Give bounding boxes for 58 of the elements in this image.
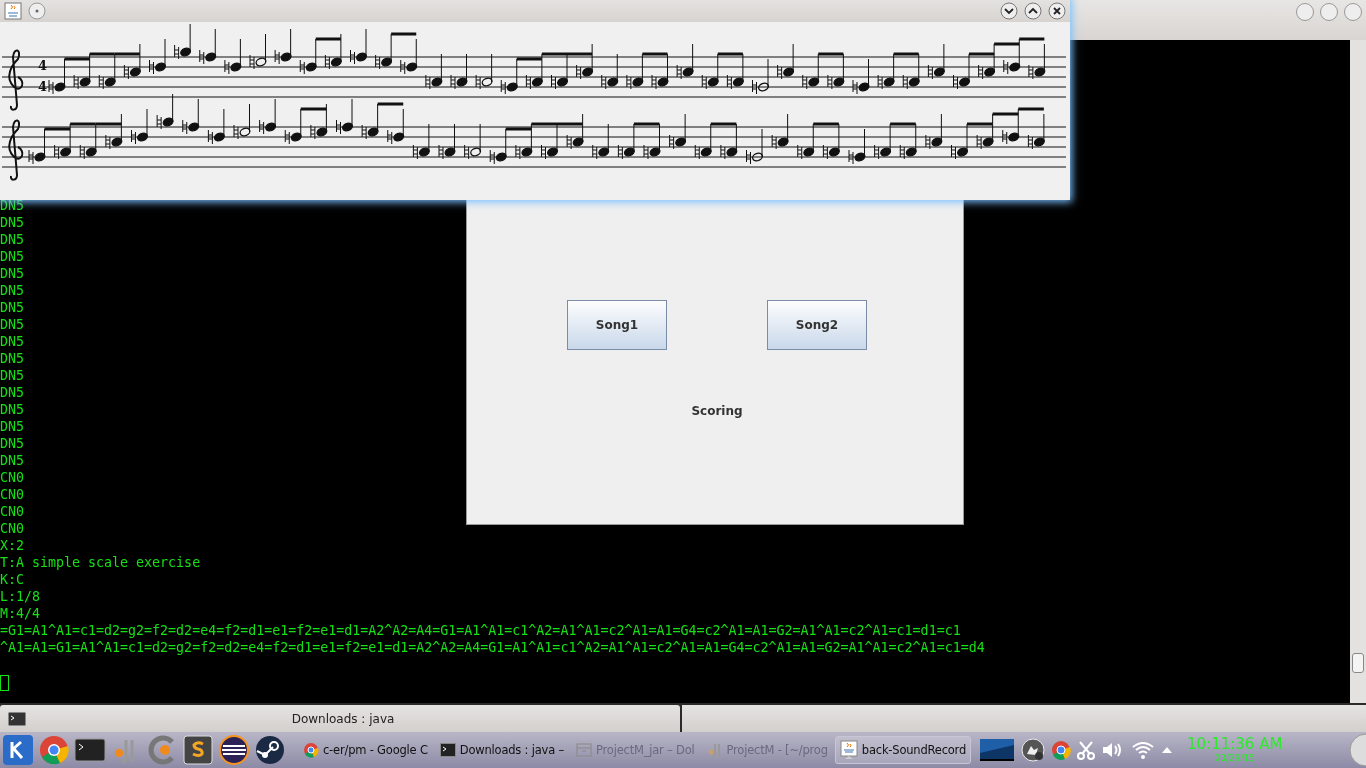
terminal-line: DN5 bbox=[0, 265, 25, 282]
terminal-line: DN5 bbox=[0, 197, 25, 214]
scoring-label: Scoring bbox=[690, 404, 744, 418]
scrollbar-thumb[interactable] bbox=[1352, 653, 1364, 673]
browser-icon[interactable] bbox=[38, 734, 70, 766]
terminal-line: M:4/4 bbox=[0, 605, 41, 622]
taskbar-task[interactable]: c-er/pm - Google C bbox=[298, 736, 433, 764]
taskbar-task[interactable]: Downloads : java – bbox=[434, 736, 569, 764]
terminal-line: L:1/8 bbox=[0, 588, 41, 605]
song-button[interactable]: Song2 bbox=[767, 300, 867, 350]
text-editor-icon[interactable] bbox=[182, 734, 214, 766]
terminal-line: DN5 bbox=[0, 316, 25, 333]
terminal-line: DN5 bbox=[0, 452, 25, 469]
eclipse-icon[interactable] bbox=[218, 734, 250, 766]
terminal-line: K:C bbox=[0, 571, 25, 588]
terminal-line: DN5 bbox=[0, 282, 25, 299]
terminal-line: CN0 bbox=[0, 486, 25, 503]
expand-tray-icon[interactable] bbox=[1161, 745, 1174, 755]
scissors-icon[interactable] bbox=[1077, 740, 1096, 760]
window-tab[interactable]: Downloads : java bbox=[0, 705, 680, 732]
terminal-line: DN5 bbox=[0, 214, 25, 231]
terminal-icon bbox=[8, 711, 26, 726]
steam-icon[interactable] bbox=[254, 734, 286, 766]
archive-icon bbox=[576, 742, 592, 758]
terminal-line: CN0 bbox=[0, 520, 25, 537]
ide-icon bbox=[706, 742, 723, 758]
terminal-icon bbox=[439, 743, 456, 757]
browser-icon bbox=[303, 742, 319, 758]
terminal-line: =G1=A1^A1=c1=d2=g2=f2=d2=e4=f2=d1=e1=f2=e1=d1=A2^A2=A4=G1=A1^A1=c1^A2=A1^A1=c2^A1=A1=G4=c2^A1=A1=G2=A1^A1=c2^A1=c1=d1=c1 bbox=[0, 622, 961, 639]
taskbar-task[interactable]: back-SoundRecord bbox=[834, 736, 972, 764]
terminal-line: CN0 bbox=[0, 469, 25, 486]
terminal-line: X:2 bbox=[0, 537, 25, 554]
browser-icon[interactable] bbox=[1051, 740, 1072, 760]
text-cursor bbox=[0, 675, 9, 691]
terminal-line: T:A simple scale exercise bbox=[0, 554, 201, 571]
terminal-line: ^A1=A1=G1=A1^A1=c1=d2=g2=f2=d2=e4=f2=d1=e1=f2=e1=d1=A2^A2=A4=G1=A1^A1=c1^A2=A1^A1=c2^A1=A1=G4=c2^A1=A1=G2=A1^A1=c2^A1=c1=d4 bbox=[0, 639, 985, 656]
song-button[interactable]: Song1 bbox=[567, 300, 667, 350]
scrollbar[interactable] bbox=[1350, 40, 1366, 703]
window-title: Downloads : java bbox=[290, 711, 396, 726]
terminal-line: DN5 bbox=[0, 231, 25, 248]
kde-menu-icon[interactable] bbox=[2, 734, 34, 766]
menu-dot-icon[interactable] bbox=[28, 2, 46, 20]
terminal-line: CN0 bbox=[0, 503, 25, 520]
terminal-line: DN5 bbox=[0, 435, 25, 452]
terminal-line: DN5 bbox=[0, 418, 25, 435]
java-icon[interactable] bbox=[4, 2, 22, 20]
terminal-line: DN5 bbox=[0, 299, 25, 316]
terminal-line: DN5 bbox=[0, 333, 25, 350]
time-signature-bottom: 4 bbox=[38, 79, 48, 94]
desktop-pager-icon[interactable] bbox=[979, 737, 1016, 763]
terminal-line: DN5 bbox=[0, 401, 25, 418]
terminal-line: DN5 bbox=[0, 384, 25, 401]
wifi-icon[interactable] bbox=[1131, 740, 1156, 760]
time-signature-top: 4 bbox=[38, 58, 48, 73]
java-icon bbox=[839, 740, 858, 760]
terminal-line: DN5 bbox=[0, 367, 25, 384]
terminal-line: DN5 bbox=[0, 350, 25, 367]
terminal-line: DN5 bbox=[0, 248, 25, 265]
